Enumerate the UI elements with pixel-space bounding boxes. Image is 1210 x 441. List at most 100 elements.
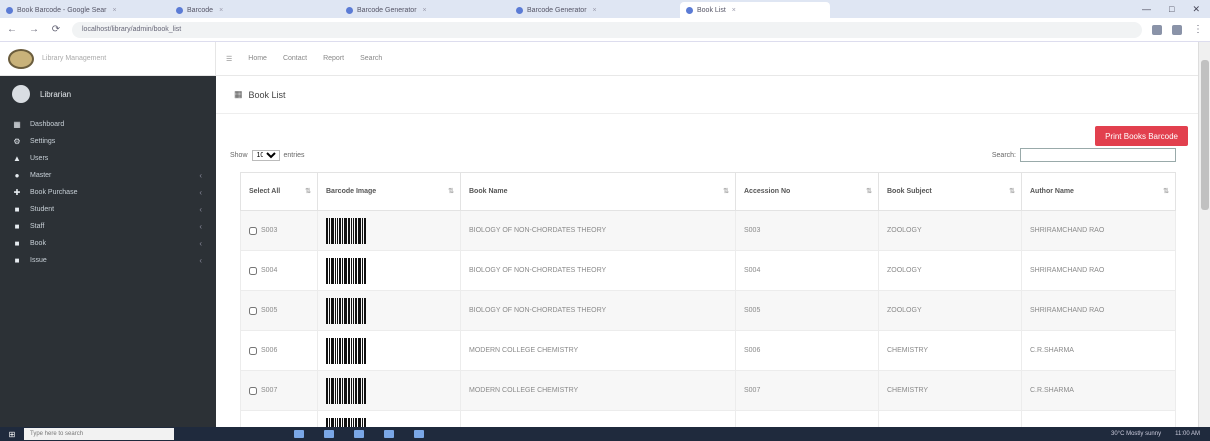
close-tab-icon[interactable]: × [732,7,736,14]
barcode-bar [339,297,341,324]
barcode-bar [335,377,336,404]
topnav-link[interactable]: Home [248,55,267,62]
reload-icon[interactable]: ⟳ [50,24,62,35]
browser-tab[interactable]: Book List × [680,2,830,18]
close-tab-icon[interactable]: × [113,7,117,14]
scrollbar-thumb[interactable] [1201,60,1209,210]
user-icon: ▲ [13,154,21,163]
sort-icon[interactable]: ⇅ [1009,187,1015,195]
edge-icon[interactable] [324,430,334,438]
barcode-bar [335,257,336,284]
barcode-bar [353,377,354,404]
avatar [12,85,30,103]
clock[interactable]: 11:00 AM [1175,431,1200,437]
close-window-icon[interactable]: ✕ [1192,4,1200,15]
extension-icon[interactable] [1152,24,1162,35]
column-header[interactable]: Select All ⇅ [240,172,318,211]
row-checkbox[interactable] [249,386,257,395]
sidebar-item-master[interactable]: ● Master ‹ [0,167,216,184]
barcode-bar [362,217,363,244]
browser-tab[interactable]: Barcode Generator × [340,2,510,18]
dashboard-icon: ▦ [13,120,21,129]
barcode-bar [364,217,366,244]
row-checkbox[interactable] [249,306,257,315]
sidebar-item-book-purchase[interactable]: ✚ Book Purchase ‹ [0,184,216,201]
sidebar-item-dashboard[interactable]: ▦ Dashboard [0,116,216,133]
search-input[interactable] [1020,148,1176,162]
book-table: Select All ⇅ Barcode Image ⇅ Book Name ⇅ Acces… [240,172,1176,441]
barcode-bar [362,337,363,364]
column-header[interactable]: Barcode Image ⇅ [317,172,461,211]
store-icon[interactable] [354,430,364,438]
favicon-icon [516,6,523,14]
sidebar-item-label: Users [30,155,49,162]
taskbar-search[interactable]: Type here to search [24,428,174,440]
sidebar-item-book[interactable]: ■ Book ‹ [0,235,216,252]
forward-icon[interactable]: → [28,24,40,35]
brand[interactable]: Library Management [0,42,216,76]
sidebar-item-label: Dashboard [30,121,65,128]
barcode-bar [362,297,363,324]
back-icon[interactable]: ← [6,24,18,35]
chrome-icon[interactable] [414,430,424,438]
minimize-icon[interactable]: — [1142,4,1151,15]
profile-icon[interactable] [1172,24,1182,35]
sidebar-item-issue[interactable]: ■ Issue ‹ [0,252,216,269]
cell-subject: CHEMISTRY [878,370,1022,411]
cell-name: MODERN COLLEGE CHEMISTRY [460,330,736,371]
weather[interactable]: 30°C Mostly sunny [1111,431,1161,437]
row-select: S003 [249,226,309,235]
column-header[interactable]: Book Name ⇅ [460,172,736,211]
browser-tab[interactable]: Barcode Generator × [510,2,680,18]
topnav-link[interactable]: Contact [283,55,307,62]
sort-icon[interactable]: ⇅ [305,187,311,195]
barcode-bar [348,337,350,364]
close-tab-icon[interactable]: × [593,7,597,14]
close-tab-icon[interactable]: × [219,7,223,14]
sort-icon[interactable]: ⇅ [1163,187,1169,195]
barcode-bar [344,217,347,244]
barcode-bar [335,337,336,364]
maximize-icon[interactable]: □ [1169,4,1174,15]
mail-icon[interactable] [384,430,394,438]
master-icon: ● [14,171,20,180]
topnav-link[interactable]: Report [323,55,344,62]
barcode-image [326,377,370,404]
column-header[interactable]: Book Subject ⇅ [878,172,1022,211]
sort-icon[interactable]: ⇅ [448,187,454,195]
browser-menu-icon[interactable]: ⋮ [1192,24,1204,35]
sidebar-item-staff[interactable]: ■ Staff ‹ [0,218,216,235]
row-id: S004 [261,267,278,274]
sidebar-item-settings[interactable]: ⚙ Settings [0,133,216,150]
vertical-scrollbar[interactable] [1198,42,1210,427]
browser-tab[interactable]: Barcode × [170,2,340,18]
sort-icon[interactable]: ⇅ [866,187,872,195]
sidebar-item-student[interactable]: ■ Student ‹ [0,201,216,218]
row-checkbox[interactable] [249,346,257,355]
sidebar-item-users[interactable]: ▲ Users [0,150,216,167]
student-icon: ■ [14,205,20,214]
topnav-link[interactable]: Search [360,55,382,62]
sidebar-item-label: Settings [30,138,56,145]
barcode-bar [329,337,330,364]
column-header[interactable]: Accession No ⇅ [735,172,879,211]
cell-subject: ZOOLOGY [878,290,1022,331]
select-cell: S005 [240,290,318,331]
list-icon: ▦ [234,89,243,99]
windows-start-icon[interactable]: ⊞ [0,430,24,439]
sort-icon[interactable]: ⇅ [723,187,729,195]
hamburger-icon[interactable]: ☰ [226,55,232,63]
row-checkbox[interactable] [249,266,257,275]
column-header[interactable]: Author Name ⇅ [1021,172,1176,211]
browser-tab[interactable]: Book Barcode - Google Sear × [0,2,170,18]
barcode-cell [317,330,461,371]
file-explorer-icon[interactable] [294,430,304,438]
row-checkbox[interactable] [249,226,257,235]
entries-select[interactable]: 10 [251,149,280,161]
barcode-cell [317,210,461,251]
close-tab-icon[interactable]: × [423,7,427,14]
browser-tab-strip: Book Barcode - Google Sear × Barcode × Barco… [0,0,1210,18]
barcode-bar [362,257,363,284]
url-field[interactable]: localhost/library/admin/book_list [72,21,1142,38]
print-barcode-button[interactable]: Print Books Barcode [1095,126,1188,146]
